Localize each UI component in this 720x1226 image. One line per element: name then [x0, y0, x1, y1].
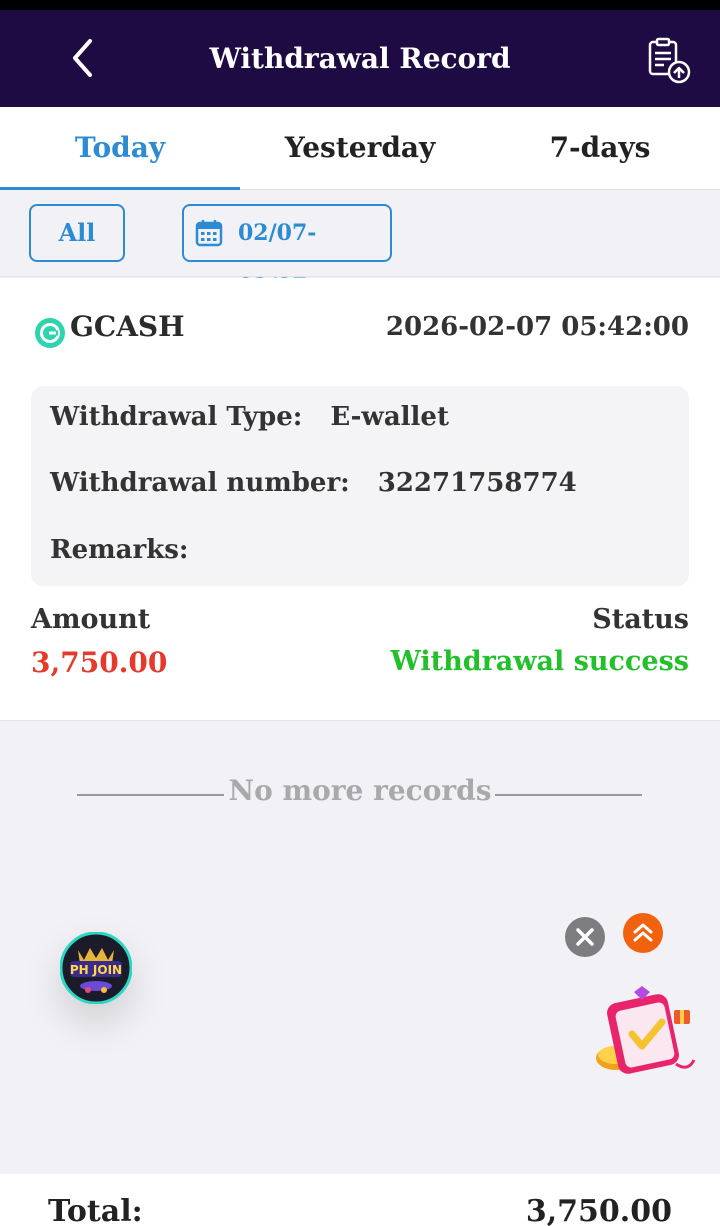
calendar-icon: [195, 220, 223, 247]
status-label: Status: [592, 604, 689, 635]
scroll-top-button[interactable]: [623, 913, 663, 953]
gift-calendar-icon: [596, 986, 696, 1074]
withdrawal-type-label: Withdrawal Type:: [50, 402, 303, 432]
filter-bar: All 02/07- 02/07: [0, 190, 720, 300]
double-chevron-up-icon: [633, 923, 653, 942]
tab-7-days[interactable]: 7-days: [480, 107, 720, 190]
date-range-picker[interactable]: 02/07- 02/07: [182, 204, 392, 300]
daily-checkin-button[interactable]: [592, 980, 698, 1080]
withdrawal-number-label: Withdrawal number:: [50, 468, 350, 498]
amount-value: 3,750.00: [31, 646, 168, 679]
total-footer: Total: 3,750.00: [0, 1174, 720, 1226]
gcash-logo-icon: [35, 318, 65, 348]
withdrawal-number-value: 32271758774: [377, 468, 577, 498]
payment-method-name: GCASH: [70, 310, 185, 343]
withdrawal-number-row: Withdrawal number: 32271758774: [50, 468, 577, 498]
divider-line-right: [495, 794, 642, 796]
status-value: Withdrawal success: [390, 646, 690, 677]
withdrawal-record-card[interactable]: GCASH 2026-02-07 05:42:00 Withdrawal Typ…: [0, 278, 720, 721]
phjoin-float-button[interactable]: PH JOIN: [59, 931, 133, 1005]
phjoin-logo-icon: PH JOIN: [59, 931, 133, 1005]
remarks-row: Remarks:: [50, 535, 188, 565]
total-label: Total:: [48, 1194, 143, 1226]
total-value: 3,750.00: [525, 1194, 672, 1226]
back-button[interactable]: [62, 36, 106, 80]
amount-label: Amount: [31, 604, 151, 635]
no-more-records-text: No more records: [228, 774, 492, 807]
close-icon: [576, 928, 594, 946]
withdrawal-type-row: Withdrawal Type: E-wallet: [50, 402, 449, 432]
record-datetime: 2026-02-07 05:42:00: [385, 312, 689, 342]
tab-today[interactable]: Today: [0, 107, 240, 190]
withdrawal-type-value: E-wallet: [330, 402, 449, 432]
filter-all-button[interactable]: All: [29, 204, 125, 262]
remarks-label: Remarks:: [50, 535, 189, 565]
status-bar: [0, 0, 720, 10]
tab-yesterday[interactable]: Yesterday: [240, 107, 480, 190]
app-header: Withdrawal Record: [0, 10, 720, 107]
page-title: Withdrawal Record: [209, 42, 511, 75]
withdrawal-history-button[interactable]: [644, 36, 694, 86]
close-float-button[interactable]: [565, 917, 605, 957]
phjoin-logo-text: PH JOIN: [70, 963, 122, 977]
list-end-indicator: No more records: [0, 774, 720, 816]
record-details: Withdrawal Type: E-wallet Withdrawal numb…: [31, 386, 689, 586]
date-tabs: Today Yesterday 7-days: [0, 107, 720, 190]
clipboard-upload-icon: [648, 37, 691, 84]
chevron-left-icon: [73, 39, 92, 77]
